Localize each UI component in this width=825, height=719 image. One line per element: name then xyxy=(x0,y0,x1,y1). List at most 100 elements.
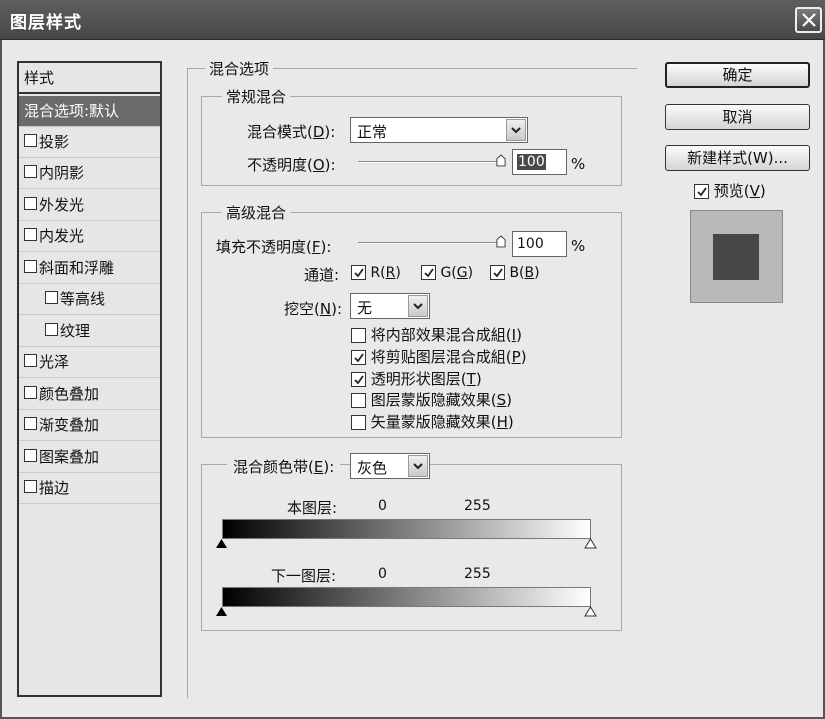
checkbox[interactable] xyxy=(24,354,37,367)
checkbox[interactable] xyxy=(24,480,37,493)
close-icon xyxy=(802,13,816,27)
opacity-slider-thumb[interactable] xyxy=(496,154,506,167)
fill-opacity-input[interactable]: 100 xyxy=(512,231,567,257)
knockout-value: 无 xyxy=(357,299,373,317)
blend-if-select[interactable]: 灰色 xyxy=(350,453,430,479)
style-item-label: 光泽 xyxy=(39,353,70,371)
style-preview xyxy=(690,210,783,303)
style-item-label: 外发光 xyxy=(39,196,85,214)
checkbox[interactable] xyxy=(24,197,37,210)
preview-checkbox[interactable]: 预览(V) xyxy=(694,180,766,201)
new-style-button[interactable]: 新建样式(W)... xyxy=(665,145,810,171)
this-layer-high-value: 255 xyxy=(464,498,491,514)
blend-interior-effects-checkbox[interactable]: 将内部效果混合成組(I) xyxy=(351,324,522,345)
style-item-label: 图案叠加 xyxy=(39,448,100,466)
style-item-label: 描边 xyxy=(39,479,70,497)
checkbox[interactable] xyxy=(24,386,37,399)
transparency-shapes-layer-checkbox[interactable]: 透明形状图层(T) xyxy=(351,368,482,389)
this-layer-white-slider[interactable] xyxy=(584,538,597,549)
channel-g-checkbox[interactable]: G(G) xyxy=(421,263,473,281)
preview-swatch xyxy=(713,234,759,280)
checkbox[interactable] xyxy=(24,134,37,147)
style-item-label: 颜色叠加 xyxy=(39,385,100,403)
style-item-color-overlay[interactable]: 颜色叠加 xyxy=(19,379,160,410)
style-item-bevel-emboss[interactable]: 斜面和浮雕 xyxy=(19,253,160,284)
opacity-unit: % xyxy=(571,155,586,173)
style-item-label: 内阴影 xyxy=(39,164,85,182)
window-title: 图层样式 xyxy=(10,13,82,33)
fill-opacity-unit: % xyxy=(571,237,586,255)
opacity-input[interactable]: 100 xyxy=(512,149,567,175)
knockout-label: 挖空(N): xyxy=(284,300,342,318)
style-item-label: 渐变叠加 xyxy=(39,416,100,434)
underlying-layer-gradient xyxy=(222,587,591,607)
checkbox[interactable] xyxy=(24,165,37,178)
style-item-contour[interactable]: 等高线 xyxy=(19,284,160,315)
opacity-slider-track[interactable] xyxy=(358,161,504,164)
style-item-stroke[interactable]: 描边 xyxy=(19,473,160,504)
advanced-blending-title: 高级混合 xyxy=(222,202,291,223)
checkbox[interactable] xyxy=(24,449,37,462)
chevron-down-icon xyxy=(506,119,526,141)
style-item-label: 等高线 xyxy=(60,290,106,308)
underlying-layer-label: 下一图层: xyxy=(271,567,337,585)
style-item-inner-glow[interactable]: 内发光 xyxy=(19,221,160,252)
check-icon xyxy=(424,268,434,278)
this-layer-low-value: 0 xyxy=(378,498,387,514)
title-bar: 图层样式 xyxy=(0,0,825,40)
style-item-satin[interactable]: 光泽 xyxy=(19,347,160,378)
blend-mode-value: 正常 xyxy=(357,123,388,141)
fill-opacity-slider-track[interactable] xyxy=(358,242,504,245)
knockout-select[interactable]: 无 xyxy=(350,293,430,319)
style-item-outer-glow[interactable]: 外发光 xyxy=(19,190,160,221)
blend-clipped-layers-checkbox[interactable]: 将剪贴图层混合成組(P) xyxy=(351,346,527,367)
underlying-layer-high-value: 255 xyxy=(464,566,491,582)
vector-mask-hides-effects-checkbox[interactable]: 矢量蒙版隐藏效果(H) xyxy=(351,411,514,432)
general-blending-title: 常规混合 xyxy=(222,86,291,107)
checkbox[interactable] xyxy=(24,260,37,273)
underlying-layer-black-slider[interactable] xyxy=(215,606,228,617)
style-item-gradient-overlay[interactable]: 渐变叠加 xyxy=(19,410,160,441)
style-item-label: 斜面和浮雕 xyxy=(39,259,115,277)
style-item-pattern-overlay[interactable]: 图案叠加 xyxy=(19,442,160,473)
channel-b-checkbox[interactable]: B(B) xyxy=(490,263,540,281)
underlying-layer-white-slider[interactable] xyxy=(584,606,597,617)
ok-button[interactable]: 确定 xyxy=(665,62,810,88)
checkbox[interactable] xyxy=(45,291,58,304)
style-item-label: 混合选项:默认 xyxy=(24,102,120,120)
chevron-down-icon xyxy=(408,295,428,317)
opacity-label: 不透明度(O): xyxy=(247,156,336,174)
style-item-drop-shadow[interactable]: 投影 xyxy=(19,127,160,158)
check-icon xyxy=(493,268,503,278)
style-list: 样式 混合选项:默认 投影 内阴影 外发光 内发光 斜面和浮雕 等高线 纹理 光… xyxy=(17,61,162,697)
blend-if-value: 灰色 xyxy=(357,459,388,477)
cancel-button[interactable]: 取消 xyxy=(665,104,810,130)
underlying-layer-low-value: 0 xyxy=(378,566,387,582)
this-layer-label: 本图层: xyxy=(287,499,338,517)
check-icon xyxy=(697,187,707,197)
layer-mask-hides-effects-checkbox[interactable]: 图层蒙版隐藏效果(S) xyxy=(351,389,512,410)
style-item-label: 内发光 xyxy=(39,227,85,245)
checkbox[interactable] xyxy=(24,417,37,430)
checkbox[interactable] xyxy=(24,228,37,241)
checkbox[interactable] xyxy=(45,323,58,336)
fill-opacity-label: 填充不透明度(F): xyxy=(216,238,332,256)
style-item-texture[interactable]: 纹理 xyxy=(19,316,160,347)
channels-label: 通道: xyxy=(304,266,340,284)
close-button[interactable] xyxy=(795,7,822,33)
style-list-header[interactable]: 样式 xyxy=(19,63,160,94)
blend-if-label: 混合颜色带(E): xyxy=(227,456,341,477)
style-item-blending-options[interactable]: 混合选项:默认 xyxy=(19,96,160,127)
this-layer-gradient xyxy=(222,519,591,539)
check-icon xyxy=(354,375,364,385)
fill-opacity-slider-thumb[interactable] xyxy=(496,235,506,248)
style-item-inner-shadow[interactable]: 内阴影 xyxy=(19,158,160,189)
style-item-label: 纹理 xyxy=(60,322,91,340)
check-icon xyxy=(354,268,364,278)
chevron-down-icon xyxy=(408,455,428,477)
blend-mode-label: 混合模式(D): xyxy=(247,123,336,141)
channel-r-checkbox[interactable]: R(R) xyxy=(351,263,401,281)
check-icon xyxy=(354,353,364,363)
blend-mode-select[interactable]: 正常 xyxy=(350,117,528,143)
this-layer-black-slider[interactable] xyxy=(215,538,228,549)
